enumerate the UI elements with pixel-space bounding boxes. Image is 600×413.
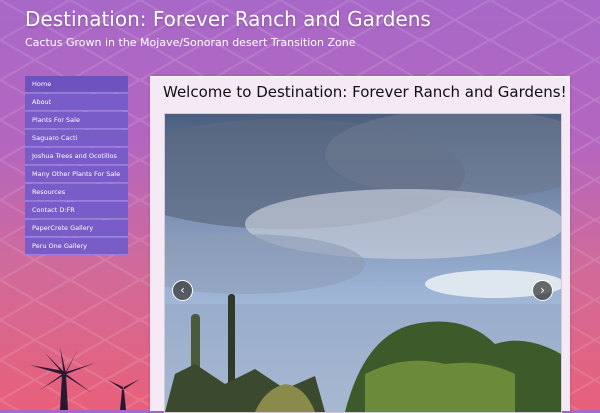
welcome-heading: Welcome to Destination: Forever Ranch an…	[163, 83, 567, 101]
nav-item-peru-gallery[interactable]: Peru One Gallery	[25, 238, 128, 255]
nav-item-saguaro-cacti[interactable]: Saguaro Cacti	[25, 130, 128, 147]
main-navigation: Home About Plants For Sale Saguaro Cacti…	[25, 76, 128, 256]
nav-item-plants-for-sale[interactable]: Plants For Sale	[25, 112, 128, 129]
site-title[interactable]: Destination: Forever Ranch and Gardens	[25, 7, 431, 31]
nav-item-home[interactable]: Home	[25, 76, 128, 93]
chevron-left-icon: ‹	[180, 283, 185, 297]
site-tagline: Cactus Grown in the Mojave/Sonoran deser…	[25, 36, 356, 49]
desert-garden-photo	[165, 114, 561, 412]
nav-item-joshua-trees[interactable]: Joshua Trees and Ocotillos	[25, 148, 128, 165]
nav-item-about[interactable]: About	[25, 94, 128, 111]
palm-silhouette	[30, 347, 140, 410]
slideshow-next-button[interactable]: ›	[532, 280, 553, 301]
main-content: Welcome to Destination: Forever Ranch an…	[150, 76, 570, 413]
photo-slideshow[interactable]: ‹ ›	[164, 113, 562, 413]
nav-item-contact[interactable]: Contact D:FR	[25, 202, 128, 219]
nav-item-papercrete-gallery[interactable]: PaperCrete Gallery	[25, 220, 128, 237]
chevron-right-icon: ›	[540, 283, 545, 297]
nav-item-resources[interactable]: Resources	[25, 184, 128, 201]
nav-item-other-plants[interactable]: Many Other Plants For Sale	[25, 166, 128, 183]
slideshow-prev-button[interactable]: ‹	[172, 280, 193, 301]
